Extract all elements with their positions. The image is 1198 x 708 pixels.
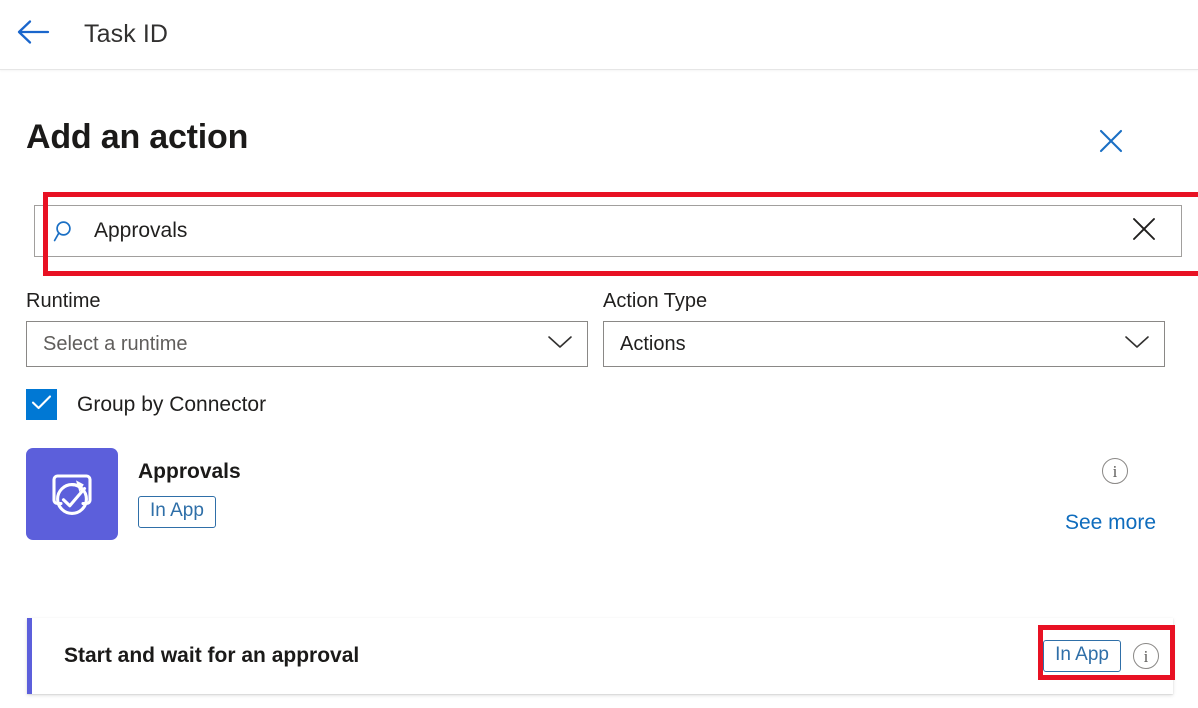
connector-actions: i See more [982,448,1172,548]
search-icon [53,219,78,244]
action-type-filter: Action Type Actions [603,290,1165,367]
action-list-item[interactable]: Start and wait for an approval In App i [27,618,1173,694]
group-by-connector-label: Group by Connector [77,393,266,417]
connector-info-button[interactable]: i [1102,458,1128,484]
search-clear-button[interactable] [1127,214,1161,248]
chevron-down-icon [1124,334,1150,355]
see-more-link[interactable]: See more [1065,511,1156,535]
approvals-icon [26,448,118,540]
action-type-value: Actions [620,333,686,356]
action-type-label: Action Type [603,290,1165,313]
panel-title: Add an action [26,120,248,154]
add-action-panel: Add an action [0,70,1198,540]
runtime-dropdown[interactable]: Select a runtime [26,321,588,367]
connector-badge: In App [138,496,216,528]
info-icon: i [1102,458,1128,484]
runtime-label: Runtime [26,290,588,313]
panel-header: Add an action [26,70,1172,160]
close-icon [1098,128,1124,159]
filters-row: Runtime Select a runtime Action Type Act… [26,290,1172,367]
runtime-filter: Runtime Select a runtime [26,290,588,367]
action-type-dropdown[interactable]: Actions [603,321,1165,367]
group-by-connector-checkbox[interactable]: Group by Connector [26,389,266,420]
checkmark-icon [31,394,52,416]
action-badge: In App [1043,640,1121,672]
connector-group-approvals: Approvals In App i See more [26,448,1172,540]
page-title: Task ID [84,20,168,49]
checkbox-box[interactable] [26,389,57,420]
search-input[interactable] [94,219,1127,243]
action-title: Start and wait for an approval [64,644,1043,668]
top-bar: Task ID [0,0,1198,70]
back-button[interactable] [10,12,56,58]
close-button[interactable] [1094,126,1128,160]
arrow-left-icon [16,19,50,50]
search-field[interactable] [34,205,1182,257]
search-area [26,192,1172,276]
action-info-button[interactable]: i [1133,643,1159,669]
runtime-value: Select a runtime [43,333,188,356]
info-icon: i [1133,643,1159,669]
clear-icon [1130,215,1158,248]
chevron-down-icon [547,334,573,355]
